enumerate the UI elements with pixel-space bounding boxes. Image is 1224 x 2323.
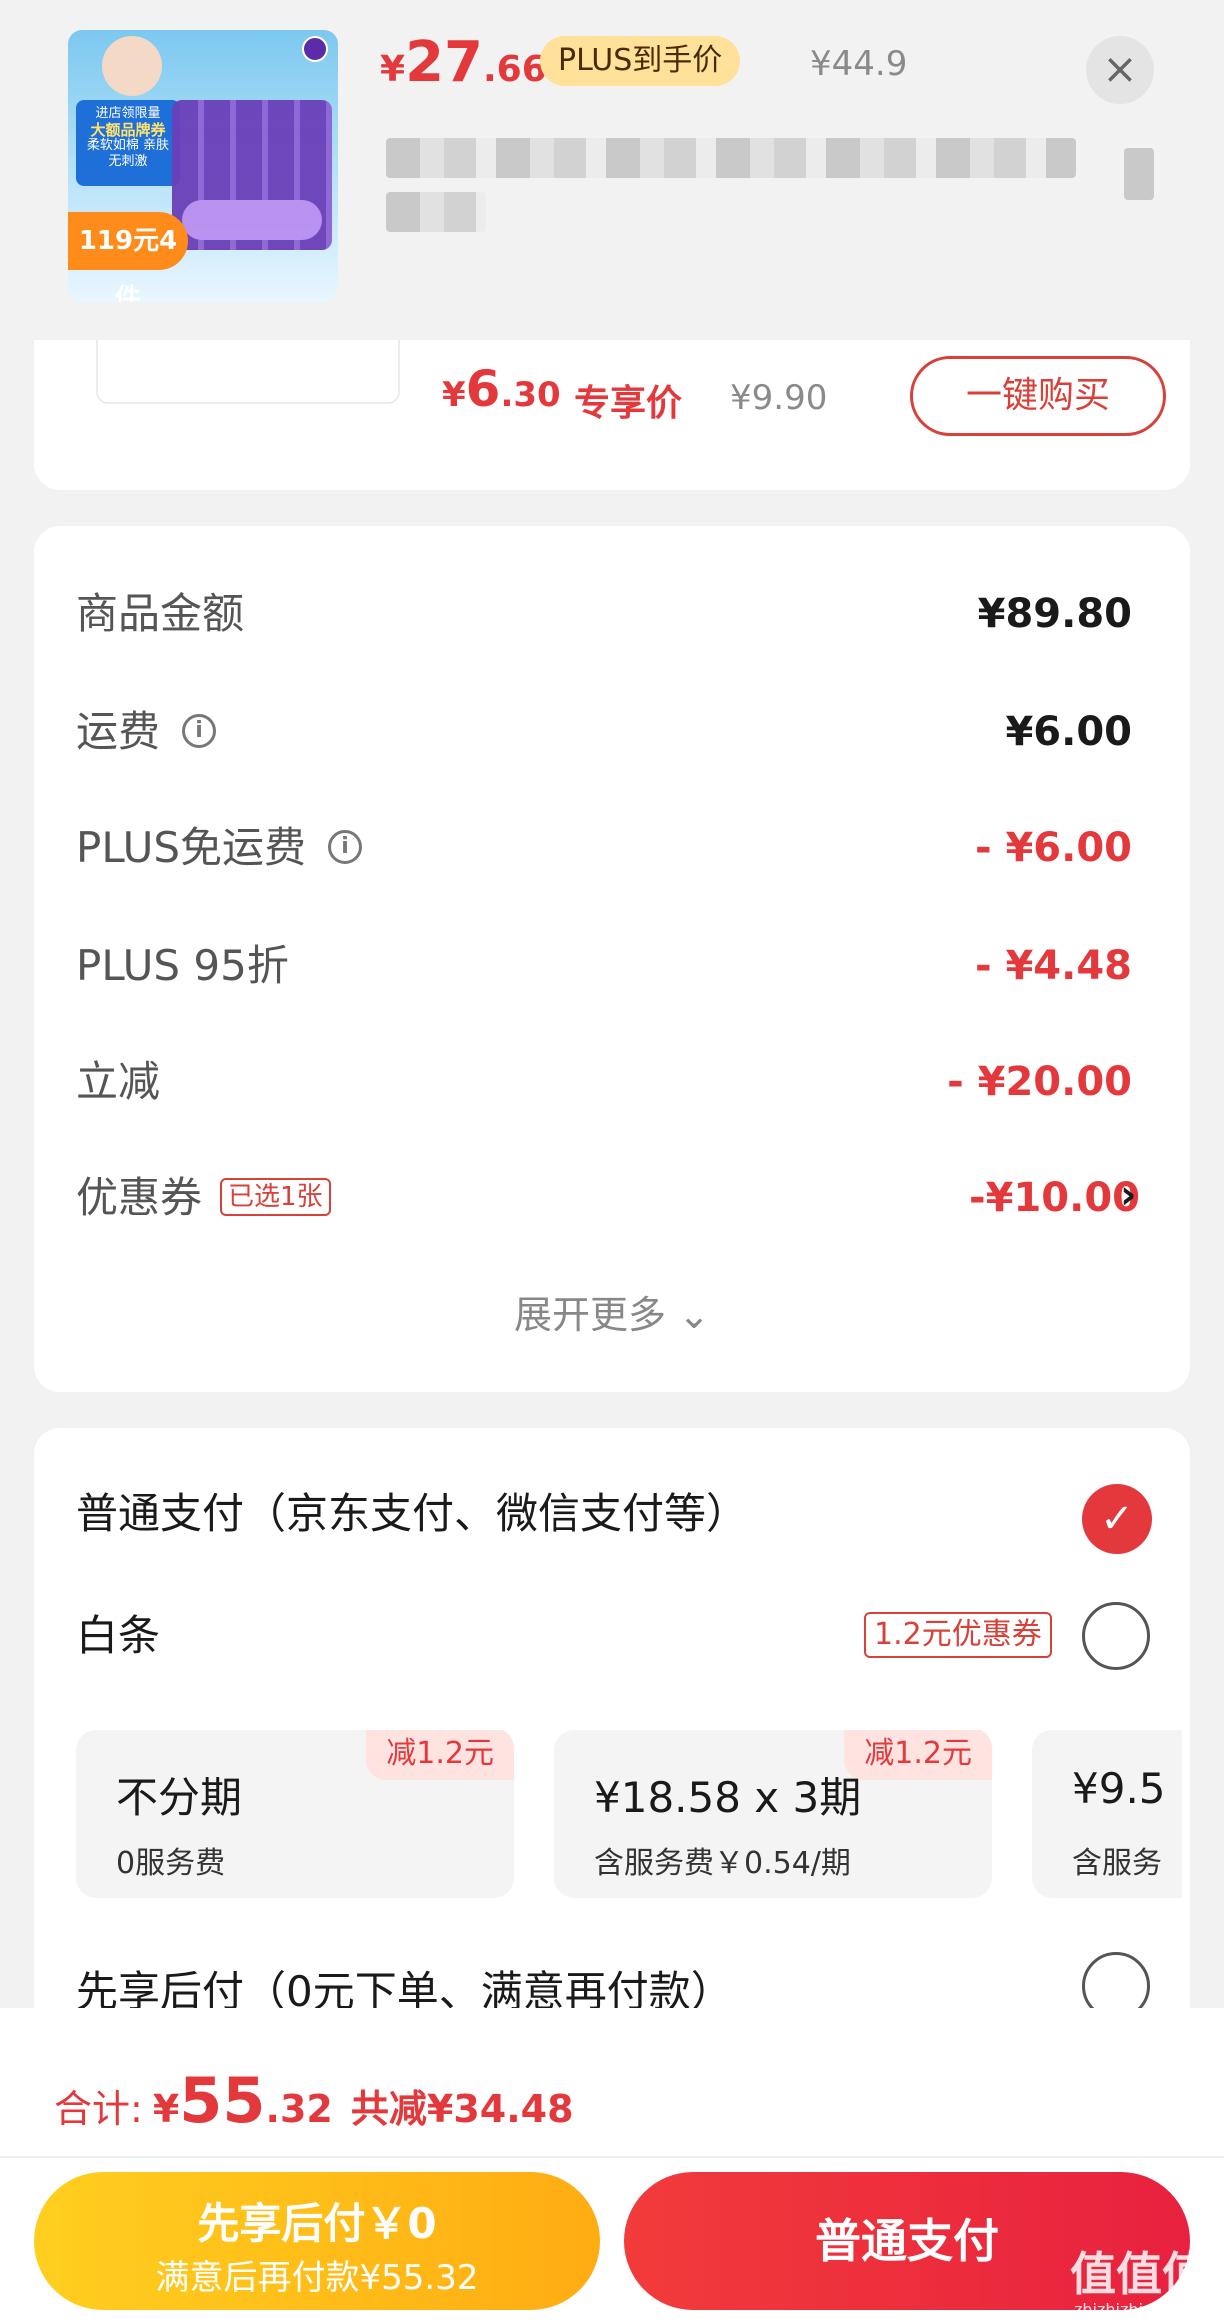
baitiao-label[interactable]: 白条 — [76, 1602, 160, 1663]
thumbnail-promo-line3: 柔软如棉 亲肤无刺激 — [86, 138, 170, 169]
one-click-buy-button[interactable]: 一键购买 — [910, 356, 1166, 436]
summary-value: - ¥6.00 — [974, 825, 1132, 871]
thumbnail-promo-line2: 大额品牌券 — [90, 121, 166, 139]
addon-price: ¥6.30 — [442, 360, 561, 418]
close-button[interactable]: × — [1086, 36, 1154, 104]
plan-fee: 含服务费￥0.54/期 — [594, 1846, 851, 1881]
thumbnail-promo-line1: 进店领限量 — [95, 106, 161, 121]
installment-plan-option[interactable]: ¥9.5 含服务 — [1032, 1730, 1182, 1898]
summary-value: ¥89.80 — [977, 591, 1132, 637]
plus-price: ¥27.66 — [380, 30, 547, 95]
installment-plan-option[interactable]: 减1.2元 ¥18.58 x 3期 含服务费￥0.54/期 — [554, 1730, 992, 1898]
summary-row-plus-free-shipping: PLUS免运费 i - ¥6.00 — [76, 818, 1132, 878]
total-label: 合计: — [54, 2087, 143, 2131]
chevron-right-icon[interactable]: › — [1120, 1172, 1136, 1218]
baitiao-coupon-tag: 1.2元优惠券 — [864, 1612, 1052, 1658]
product-header: 进店领限量 大额品牌券 柔软如棉 亲肤无刺激 119元4件 ¥27.66 PLU… — [0, 0, 1224, 340]
summary-label: 商品金额 — [76, 589, 245, 638]
plus-price-tag: PLUS到手价 — [540, 36, 741, 86]
summary-row-goods-amount: 商品金额 ¥89.80 — [76, 584, 1132, 644]
summary-label: 运费 — [76, 707, 161, 756]
watermark-logo: 值值值 — [1070, 2247, 1208, 2301]
addon-item-card: ¥6.30 专享价 ¥9.90 一键购买 — [34, 340, 1190, 490]
summary-label: PLUS 95折 — [76, 941, 289, 990]
summary-label: 立减 — [76, 1057, 161, 1106]
coupon-selected-tag: 已选1张 — [220, 1177, 331, 1216]
price-integer: 27 — [405, 30, 483, 95]
installment-plan-option[interactable]: 减1.2元 不分期 0服务费 — [76, 1730, 514, 1898]
plan-title: ¥18.58 x 3期 — [594, 1773, 862, 1822]
summary-row-shipping: 运费 i ¥6.00 — [76, 702, 1132, 762]
price-summary-card: 商品金额 ¥89.80 运费 i ¥6.00 PLUS免运费 i - ¥6.00 P… — [34, 526, 1190, 1392]
check-icon[interactable]: ✓ — [1082, 1484, 1152, 1554]
product-thumbnail[interactable]: 进店领限量 大额品牌券 柔软如棉 亲肤无刺激 119元4件 — [68, 30, 338, 302]
payment-method-card: 普通支付（京东支付、微信支付等） ✓ 白条 1.2元优惠券 减1.2元 不分期 … — [34, 1428, 1190, 2048]
total-decimal: .32 — [265, 2087, 333, 2131]
summary-value: - ¥4.48 — [974, 943, 1132, 989]
tissue-pack-image — [172, 100, 332, 250]
info-icon[interactable]: i — [328, 829, 363, 864]
plan-discount-badge: 减1.2元 — [366, 1730, 514, 1780]
installment-plans: 减1.2元 不分期 0服务费 减1.2元 ¥18.58 x 3期 含服务费￥0.… — [76, 1730, 1182, 1900]
info-icon[interactable]: i — [182, 713, 217, 748]
addon-price-decimal: .30 — [500, 375, 561, 415]
blurred-title-fragment — [1124, 148, 1154, 200]
pay-later-button-subtitle: 满意后再付款¥55.32 — [155, 2258, 479, 2298]
total-saved: 共减¥34.48 — [350, 2087, 574, 2131]
baitiao-radio[interactable] — [1082, 1602, 1150, 1670]
pay-later-button[interactable]: 先享后付￥0 满意后再付款¥55.32 — [34, 2172, 600, 2310]
order-total: 合计: ¥55.32 共减¥34.48 — [54, 2064, 574, 2137]
normal-payment-label[interactable]: 普通支付（京东支付、微信支付等） — [76, 1480, 748, 1541]
blurred-title-line — [386, 192, 486, 232]
summary-label: PLUS免运费 — [76, 823, 307, 872]
summary-row-instant-discount: 立减 - ¥20.00 — [76, 1052, 1132, 1112]
price-decimal: .66 — [483, 49, 547, 90]
summary-value: - ¥20.00 — [947, 1059, 1132, 1105]
plan-fee: 0服务费 — [116, 1846, 226, 1881]
total-symbol: ¥ — [152, 2087, 180, 2131]
addon-original-price: ¥9.90 — [730, 378, 828, 418]
summary-row-plus-discount: PLUS 95折 - ¥4.48 — [76, 936, 1132, 996]
addon-price-symbol: ¥ — [442, 375, 466, 415]
blurred-title-line — [386, 138, 1076, 178]
total-integer: 55 — [179, 2064, 266, 2137]
divider — [0, 2156, 1224, 2158]
addon-price-integer: 6 — [465, 360, 501, 418]
model-photo — [102, 36, 162, 96]
plan-fee: 含服务 — [1072, 1846, 1162, 1881]
plan-title: ¥9.5 — [1072, 1764, 1166, 1813]
original-price: ¥44.9 — [810, 44, 908, 84]
checkout-bar: 合计: ¥55.32 共减¥34.48 先享后付￥0 满意后再付款¥55.32 普通… — [0, 2008, 1224, 2323]
brand-logo-icon — [302, 36, 328, 62]
plan-discount-badge: 减1.2元 — [844, 1730, 992, 1780]
summary-label: 优惠券 — [76, 1173, 203, 1222]
price-symbol: ¥ — [380, 49, 406, 90]
addon-item-image — [96, 340, 400, 404]
summary-value: ¥6.00 — [1005, 709, 1132, 755]
expand-more-button[interactable]: 展开更多 ⌄ — [34, 1284, 1190, 1339]
thumbnail-promo-badge: 进店领限量 大额品牌券 柔软如棉 亲肤无刺激 — [76, 100, 180, 186]
summary-value: -¥10.00 — [969, 1175, 1140, 1221]
exclusive-price-label: 专享价 — [574, 383, 683, 424]
thumbnail-price-tag: 119元4件 — [68, 212, 188, 302]
summary-row-coupon[interactable]: 优惠券 已选1张 -¥10.00 — [76, 1168, 1140, 1228]
pay-later-button-title: 先享后付￥0 — [197, 2199, 437, 2248]
watermark-url: zhizhizhi.com — [1074, 2300, 1183, 2319]
plan-title: 不分期 — [116, 1773, 243, 1822]
